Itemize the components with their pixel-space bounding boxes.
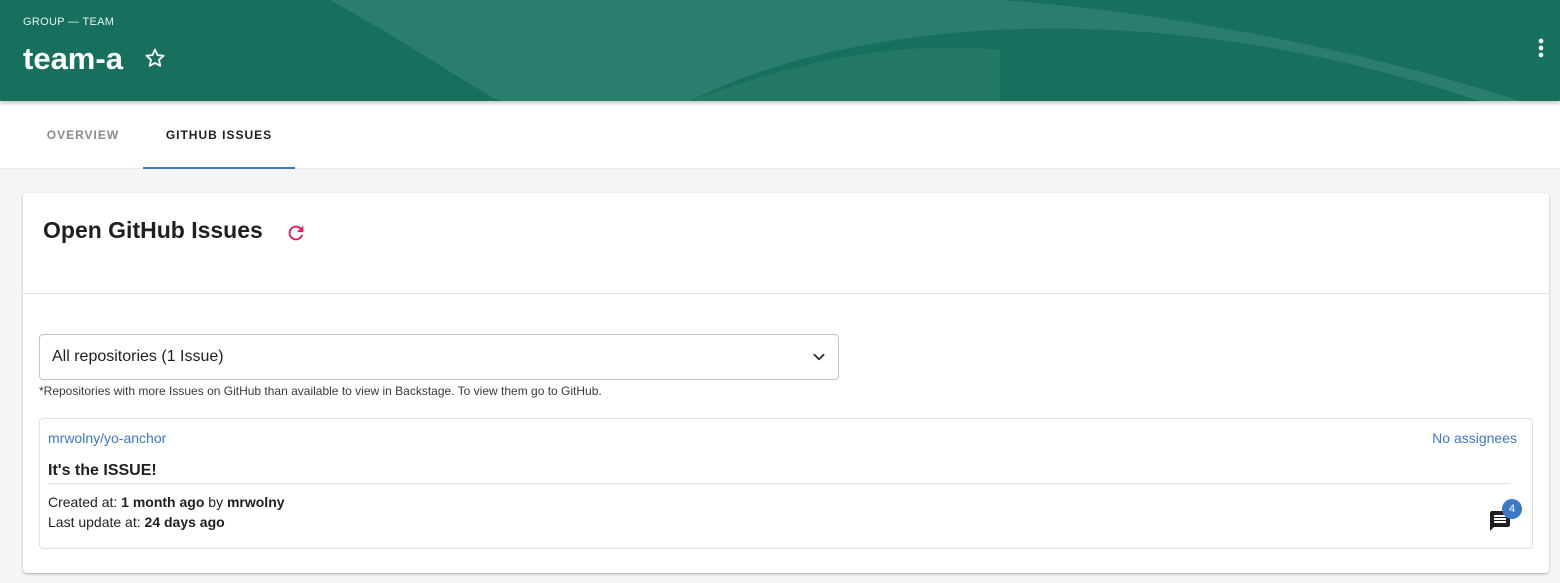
issue-author: mrwolny [226, 494, 285, 510]
card-divider [23, 293, 1549, 294]
issue-divider [48, 483, 1510, 484]
tab-bar: OVERVIEW GITHUB ISSUES [0, 101, 1560, 169]
header-wave-decoration [330, 0, 1520, 101]
by-label: by [204, 494, 227, 510]
issue-updated: Last update at: 24 days ago [48, 514, 225, 530]
card-title: Open GitHub Issues [43, 217, 263, 243]
issue-assignees[interactable]: No assignees [1432, 430, 1517, 446]
star-outline-icon[interactable] [143, 46, 167, 70]
comment-count-badge: 4 [1502, 499, 1522, 519]
helper-text: *Repositories with more Issues on GitHub… [39, 384, 602, 398]
issue-card: mrwolny/yo-anchor No assignees It's the … [39, 418, 1533, 549]
issue-repo-link[interactable]: mrwolny/yo-anchor [48, 430, 166, 446]
refresh-icon[interactable] [285, 222, 307, 244]
created-value: 1 month ago [121, 494, 205, 510]
github-issues-card: Open GitHub Issues All repositories (1 I… [23, 193, 1549, 573]
tab-github-issues[interactable]: GITHUB ISSUES [143, 101, 295, 169]
issue-title[interactable]: It's the ISSUE! [48, 462, 157, 480]
page-header: GROUP — TEAM team-a [0, 0, 1560, 101]
created-label: Created at: [48, 494, 122, 510]
header-subtitle: GROUP — TEAM [23, 16, 115, 28]
updated-value: 24 days ago [144, 514, 225, 530]
chevron-down-icon [813, 353, 825, 361]
page-title: team-a [23, 41, 123, 76]
repository-select-value: All repositories (1 Issue) [52, 348, 224, 365]
issue-created: Created at: 1 month ago by mrwolny [48, 494, 285, 510]
more-vertical-icon[interactable] [1527, 34, 1555, 62]
updated-label: Last update at: [48, 514, 145, 530]
repository-select[interactable]: All repositories (1 Issue) [39, 334, 839, 380]
tab-overview[interactable]: OVERVIEW [24, 101, 142, 169]
